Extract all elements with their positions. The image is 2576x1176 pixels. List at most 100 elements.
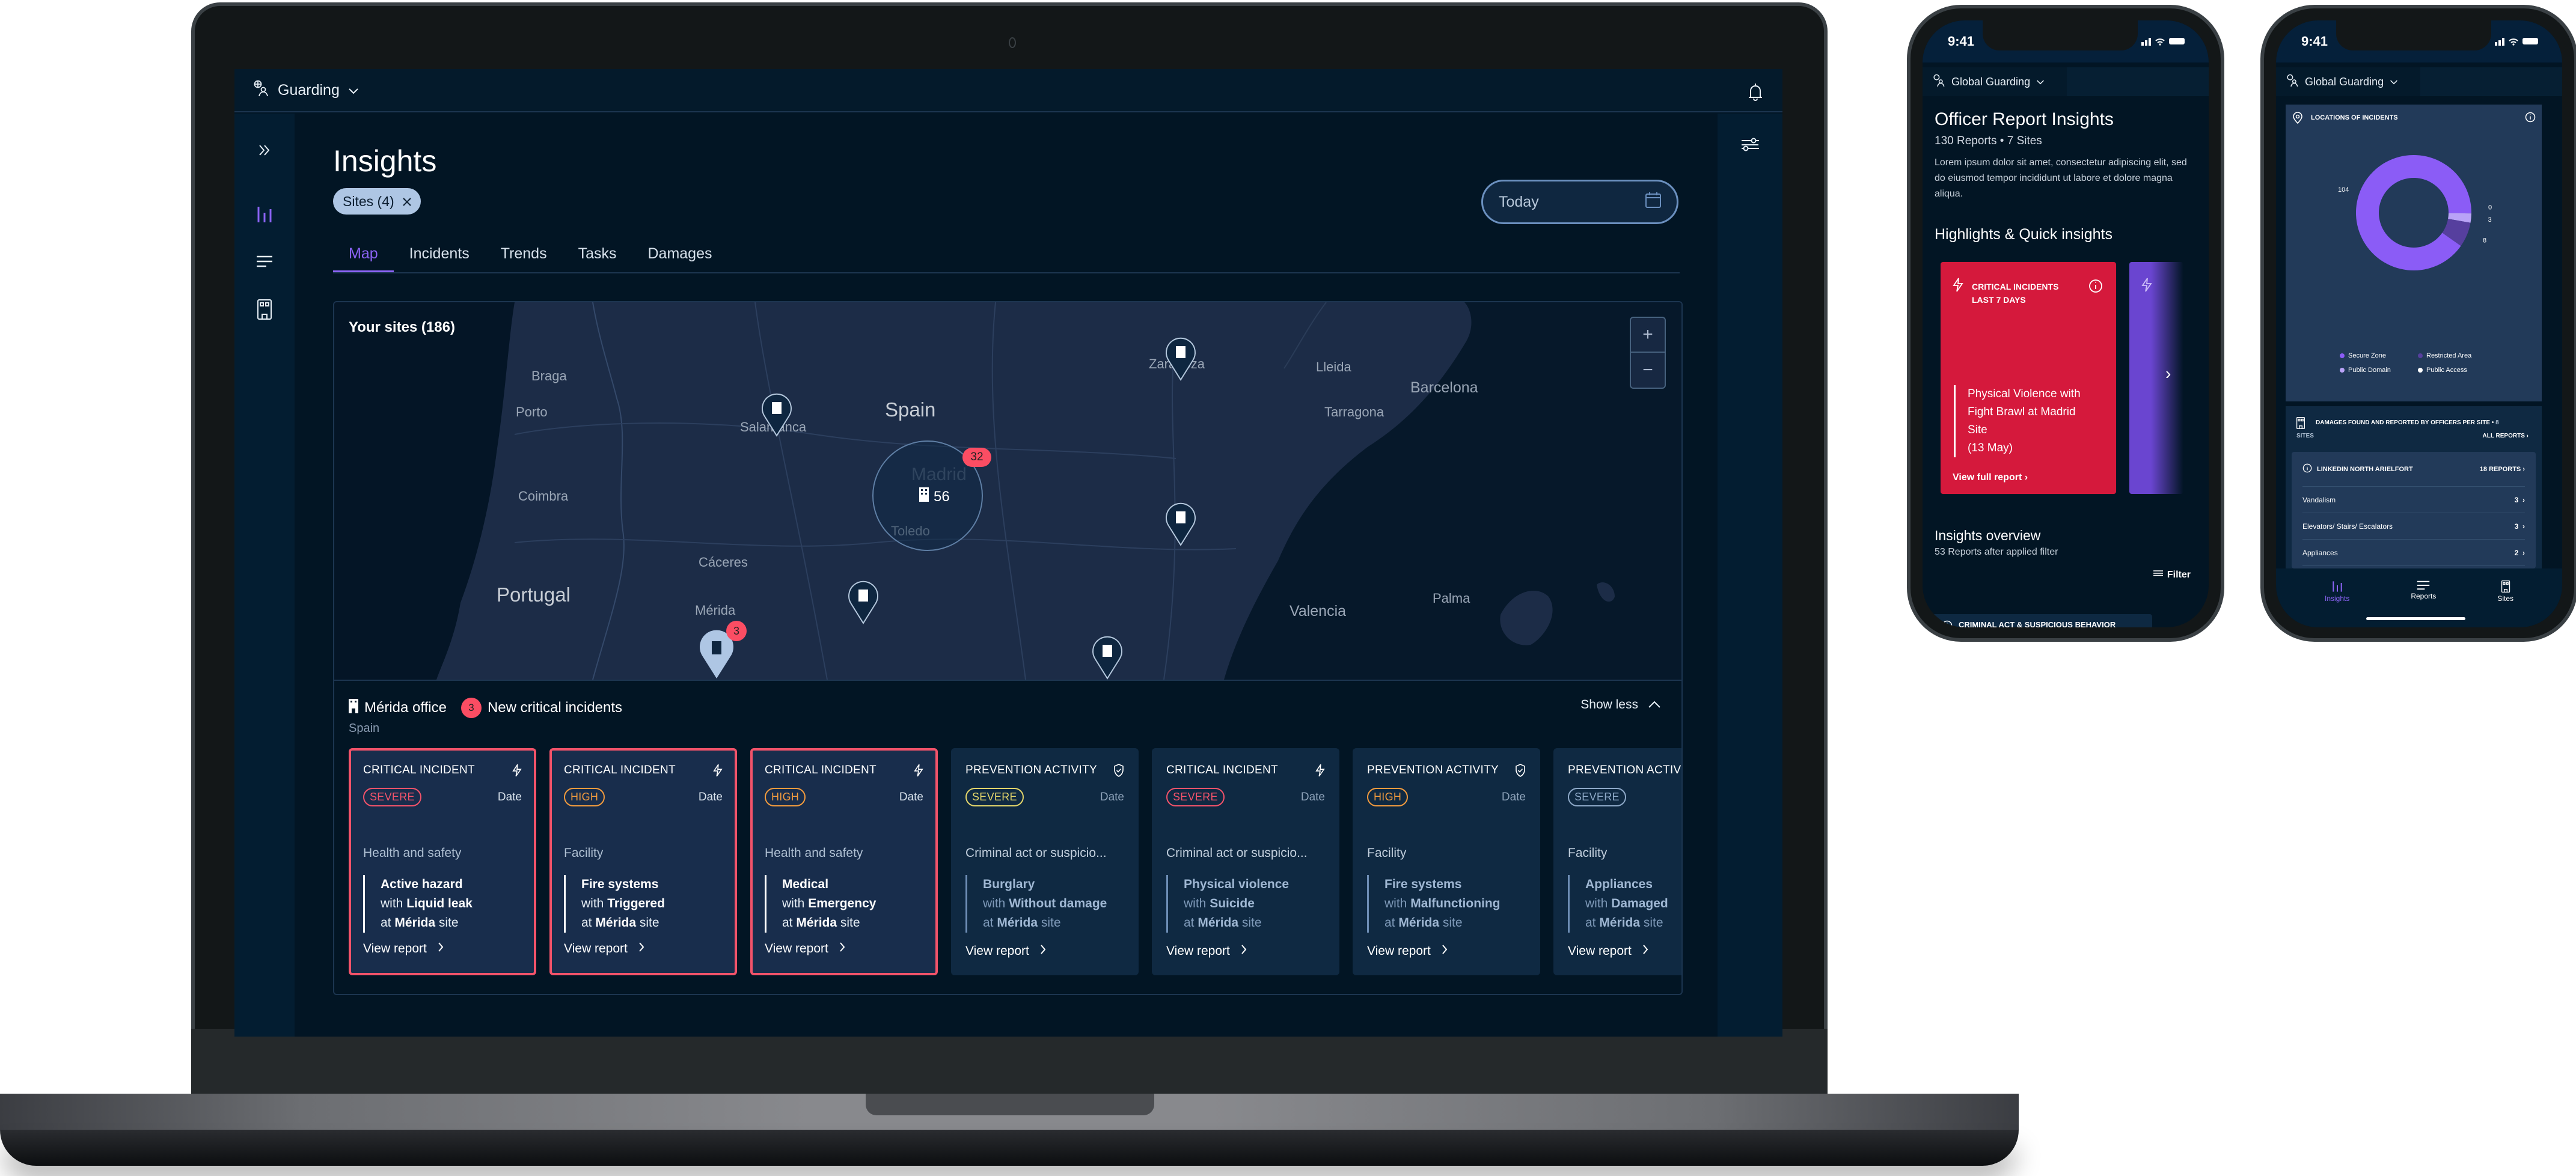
- damage-row[interactable]: Vandalism 3 ›: [2302, 487, 2525, 513]
- view-report-link[interactable]: View report: [965, 944, 1046, 958]
- site-pin[interactable]: [846, 579, 880, 624]
- bar-chart-icon: [257, 207, 272, 226]
- info-icon[interactable]: [2525, 112, 2536, 126]
- severity-badge: SEVERE: [1568, 788, 1626, 806]
- nav-label: Reports: [2411, 592, 2437, 600]
- view-report-link[interactable]: View report: [1568, 944, 1648, 958]
- card-detail: Triggered: [607, 897, 665, 910]
- building-icon: [2501, 580, 2510, 593]
- chevrons-right-icon[interactable]: [258, 144, 271, 160]
- chevron-right-icon[interactable]: ›: [2165, 364, 2171, 383]
- severity-badge: SEVERE: [363, 788, 421, 806]
- tab-map[interactable]: Map: [333, 237, 394, 273]
- site-pin[interactable]: [1091, 634, 1124, 680]
- filter-button[interactable]: Filter: [2153, 568, 2191, 581]
- zoom-in-button[interactable]: +: [1631, 318, 1665, 353]
- view-report-link[interactable]: View report: [564, 942, 644, 956]
- laptop-chin: [191, 1029, 1828, 1095]
- insight-card-criminal[interactable]: CRIMINAL ACT & SUSPICIOUS BEHAVIOR: [1930, 614, 2152, 627]
- view-report-label: View report: [765, 942, 828, 955]
- card-type: CRITICAL INCIDENT: [765, 764, 877, 776]
- tab-damages[interactable]: Damages: [632, 237, 728, 270]
- legend-swatch: [2340, 368, 2345, 373]
- chevron-right-icon: [438, 942, 444, 956]
- nav-reports[interactable]: Reports: [2411, 580, 2436, 627]
- site-pin[interactable]: [760, 391, 794, 437]
- card-description: Appliances with Damaged at Mérida site: [1568, 875, 1681, 933]
- sliders-icon[interactable]: [1741, 136, 1760, 1037]
- incident-card[interactable]: PREVENTION ACTIVITY HIGH Date Facility Fire …: [1353, 748, 1540, 975]
- tab-trends[interactable]: Trends: [485, 237, 563, 270]
- map[interactable]: Your sites (186) Spain Portugal Braga Po…: [334, 302, 1681, 680]
- at-label: at: [983, 916, 994, 930]
- org-switcher[interactable]: Guarding: [254, 80, 359, 101]
- org-name: Guarding: [278, 81, 340, 99]
- incident-card[interactable]: CRITICAL INCIDENT SEVERE Date Health and sa…: [349, 748, 536, 975]
- damage-rows: Vandalism 3 › Elevators/ Stairs/ Escalator…: [2302, 487, 2525, 566]
- legend-label: Public Domain: [2348, 367, 2391, 374]
- card-date: Date: [1300, 790, 1325, 803]
- card-site: Mérida: [997, 916, 1038, 930]
- sidebar-item-reports[interactable]: [256, 255, 273, 270]
- info-icon: [2302, 463, 2312, 475]
- globe-person-icon: [2287, 74, 2299, 90]
- view-report-link[interactable]: View report: [1166, 944, 1247, 958]
- map-label-city: Braga: [531, 368, 567, 383]
- damage-row[interactable]: Elevators/ Stairs/ Escalators 3 ›: [2302, 513, 2525, 540]
- org-switcher[interactable]: Global Guarding: [1923, 67, 2067, 96]
- view-full-report-link[interactable]: View full report ›: [1953, 472, 2028, 483]
- donut-chart: 0 3 8 104: [2338, 154, 2492, 270]
- nav-insights[interactable]: Insights: [2325, 580, 2349, 627]
- at-label: at: [581, 916, 592, 930]
- shield-check-icon: [1113, 764, 1124, 781]
- incident-card[interactable]: PREVENTION ACTIV SEVERE Facility Appliances…: [1553, 748, 1681, 975]
- site-pin[interactable]: [1164, 335, 1198, 381]
- sidebar-item-insights[interactable]: [257, 206, 272, 227]
- card-description: Active hazard with Liquid leak at Mérida s…: [363, 875, 522, 933]
- incident-card[interactable]: CRITICAL INCIDENT SEVERE Date Criminal act …: [1152, 748, 1339, 975]
- card-type: PREVENTION ACTIV: [1568, 764, 1681, 776]
- with-label: with: [983, 897, 1006, 910]
- all-reports-link[interactable]: ALL REPORTS ›: [2483, 433, 2529, 439]
- incident-card[interactable]: CRITICAL INCIDENT HIGH Date Health and safe…: [750, 748, 938, 975]
- org-switcher[interactable]: Global Guarding: [2276, 67, 2420, 96]
- incident-card[interactable]: PREVENTION ACTIVITY SEVERE Date Criminal ac…: [951, 748, 1139, 975]
- highlight-card-next[interactable]: ›: [2129, 262, 2183, 494]
- site-group-header[interactable]: LINKEDIN NORTH ARIELFORT 18 REPORTS ›: [2302, 452, 2525, 487]
- with-label: with: [782, 897, 805, 910]
- date-picker[interactable]: Today: [1481, 180, 1678, 224]
- severity-badge: HIGH: [564, 788, 605, 806]
- building-icon: [349, 698, 358, 717]
- card-category: Health and safety: [363, 846, 462, 860]
- legend-swatch: [2418, 353, 2423, 358]
- incident-card[interactable]: CRITICAL INCIDENT HIGH Date Facility Fire sy…: [549, 748, 737, 975]
- card-category: Health and safety: [765, 846, 863, 860]
- highlight-card-critical[interactable]: CRITICAL INCIDENTS LAST 7 DAYS Physical …: [1941, 262, 2116, 494]
- severity-badge: HIGH: [765, 788, 806, 806]
- view-report-label: View report: [564, 942, 628, 955]
- view-report-link[interactable]: View report: [765, 942, 845, 956]
- close-icon[interactable]: [402, 193, 411, 210]
- zoom-out-button[interactable]: −: [1631, 353, 1665, 388]
- lightning-icon: [2141, 278, 2152, 295]
- damage-row[interactable]: Appliances 2 ›: [2302, 540, 2525, 566]
- nav-sites[interactable]: Sites: [2497, 580, 2513, 627]
- view-report-link[interactable]: View report: [1367, 944, 1448, 958]
- bell-icon[interactable]: [1748, 82, 1763, 105]
- page-title: Insights: [333, 144, 437, 178]
- view-report-link[interactable]: View report: [363, 942, 444, 956]
- sidebar-item-sites[interactable]: [257, 299, 272, 323]
- info-icon[interactable]: [2088, 279, 2103, 296]
- home-indicator: [2366, 617, 2465, 620]
- legend-item: Public Access: [2418, 367, 2496, 374]
- org-name: Global Guarding: [1951, 75, 2031, 88]
- site-pin[interactable]: [1164, 501, 1198, 546]
- show-less-button[interactable]: Show less: [1580, 698, 1661, 712]
- sites-filter-chip[interactable]: Sites (4): [333, 188, 421, 215]
- tab-tasks[interactable]: Tasks: [563, 237, 632, 270]
- card-site: Mérida: [595, 916, 637, 930]
- map-panel: Your sites (186) Spain Portugal Braga Po…: [333, 301, 1683, 995]
- card-site: Mérida: [1599, 916, 1641, 930]
- donut-slice-secure-zone: [2356, 154, 2471, 270]
- tab-incidents[interactable]: Incidents: [394, 237, 485, 270]
